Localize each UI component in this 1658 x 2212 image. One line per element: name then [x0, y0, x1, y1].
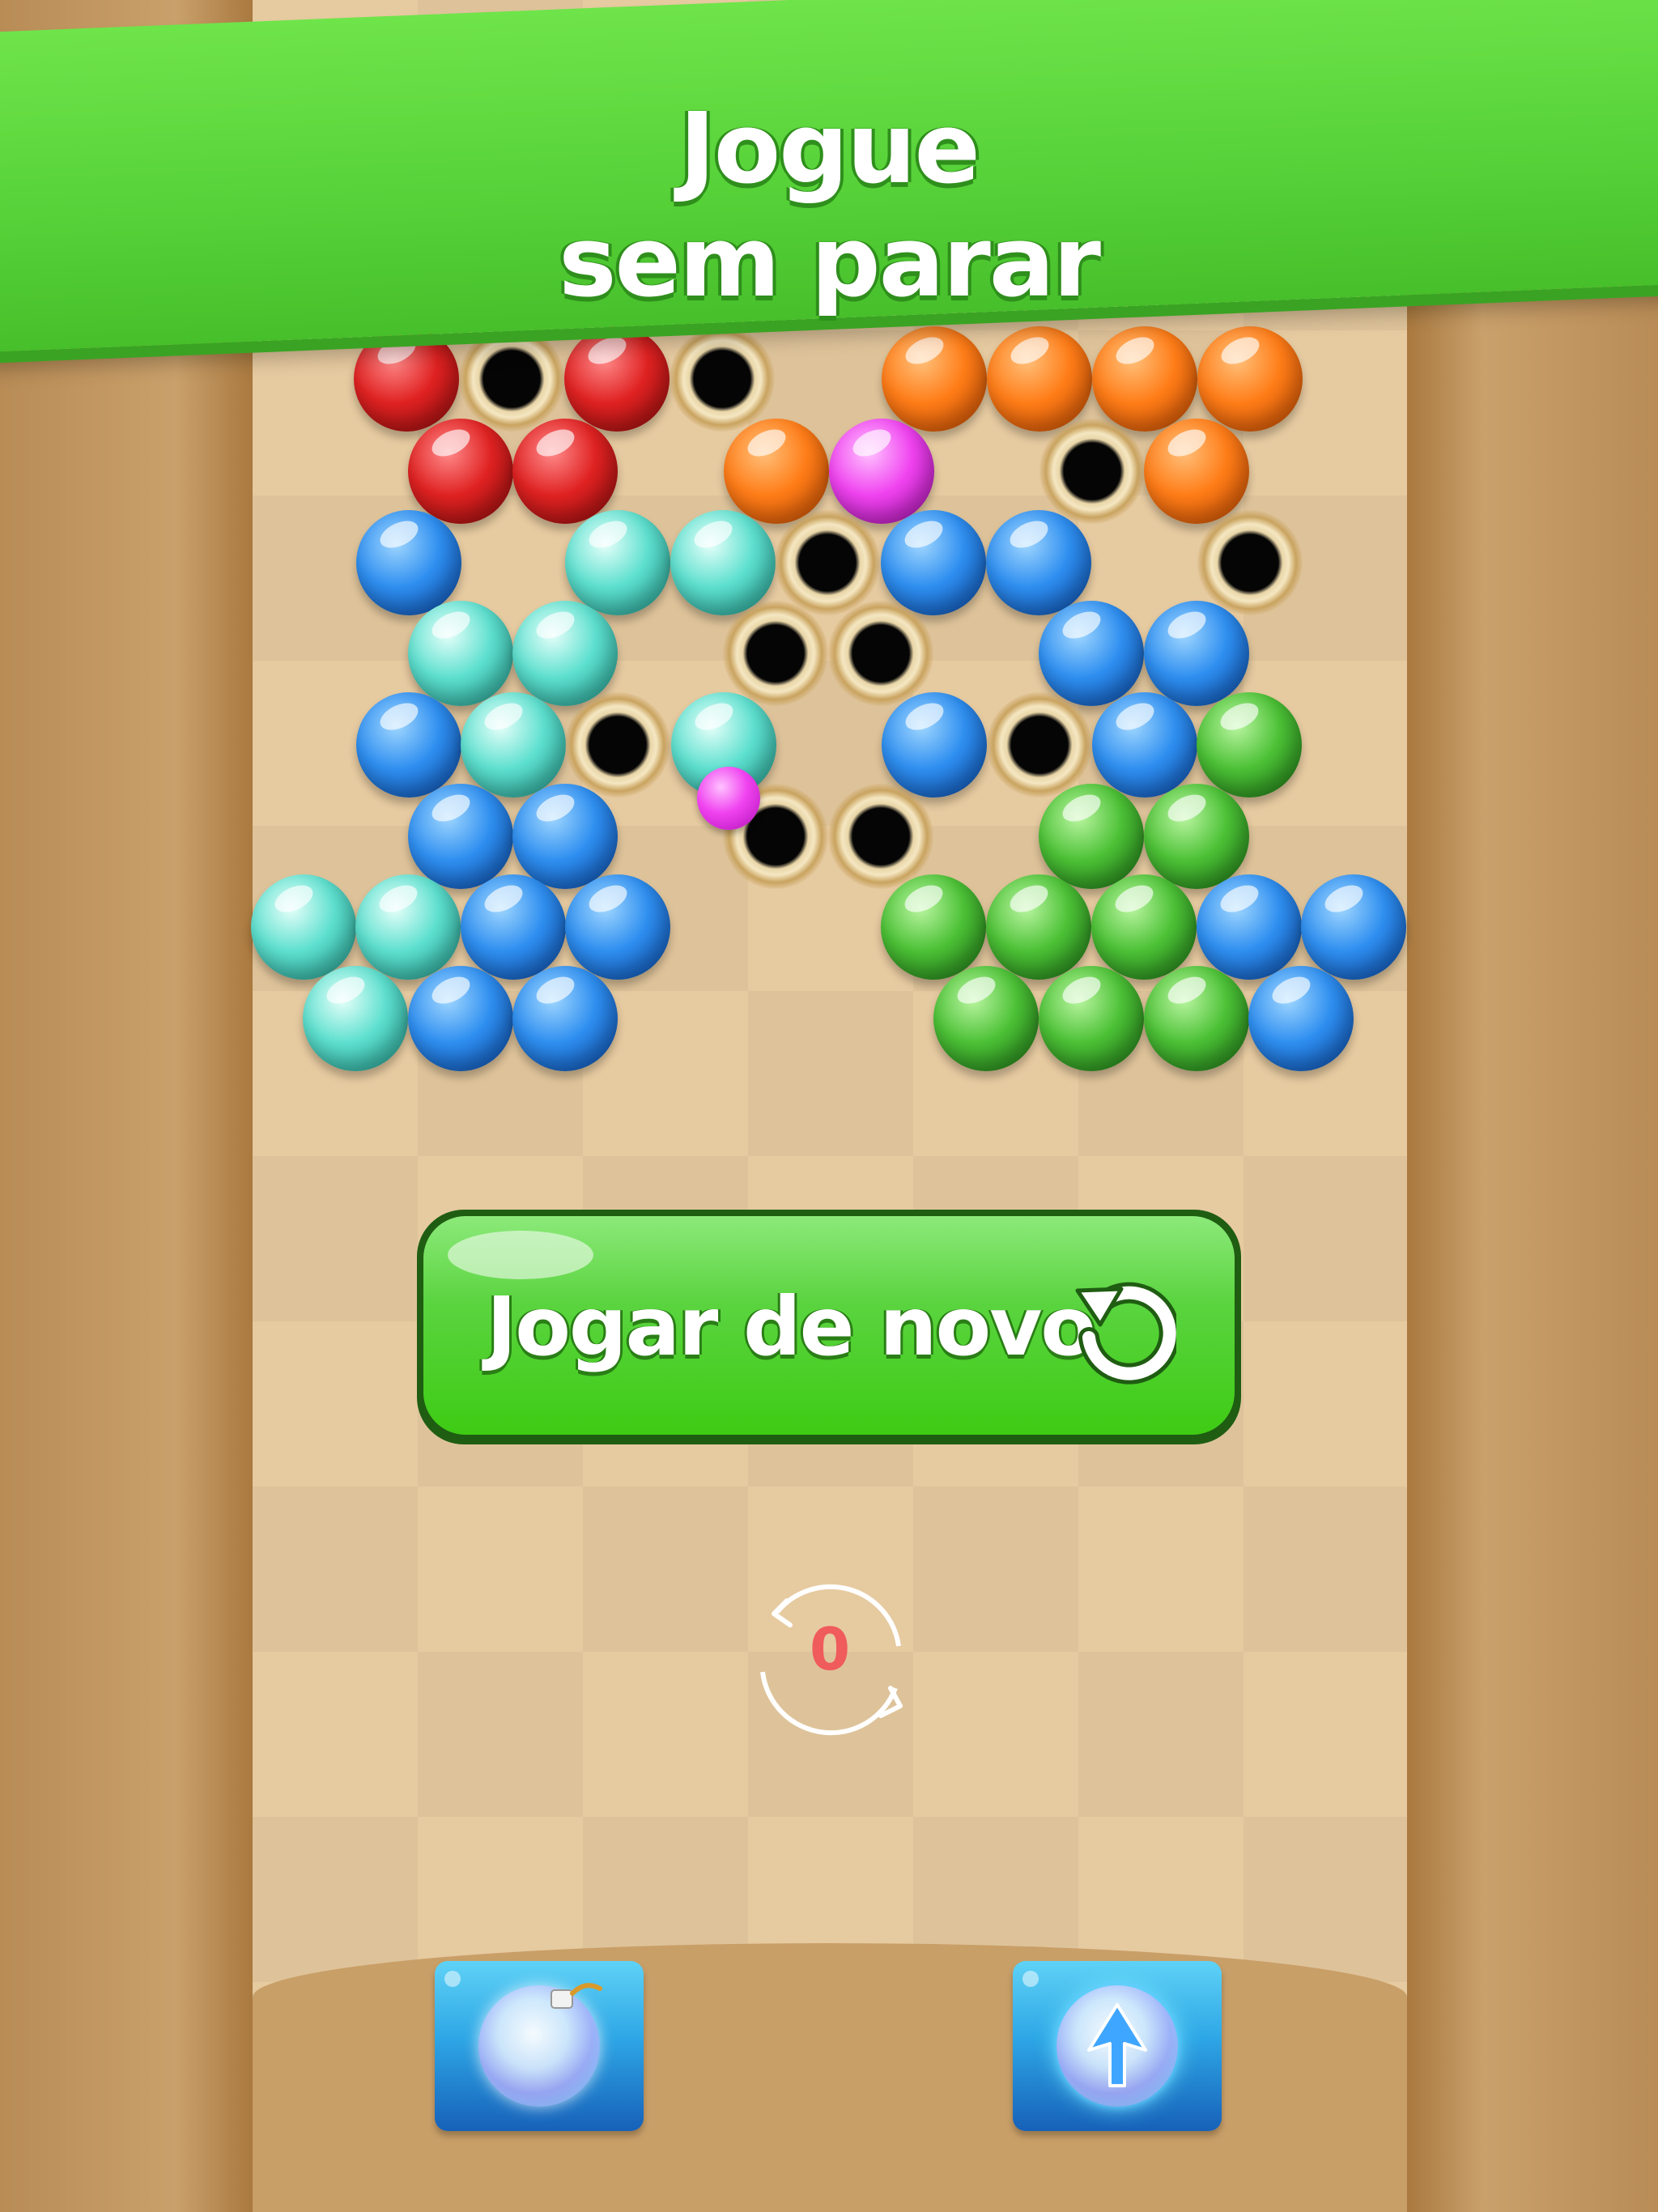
bubble [408, 966, 513, 1071]
banner-line-1: Jogue [679, 93, 980, 206]
board-bottom-curve [253, 1943, 1407, 2212]
black-hole [828, 601, 933, 706]
bomb-booster-button[interactable] [435, 1961, 644, 2131]
bubble [512, 419, 618, 524]
black-hole [565, 692, 670, 798]
black-hole [1197, 510, 1303, 615]
black-hole [828, 784, 933, 889]
button-shine [1022, 1971, 1039, 1987]
banner-line-2: sem parar [559, 206, 1101, 319]
game-screen: Jogue sem parar Jogar de novo 0 [0, 0, 1658, 2212]
banner-title: Jogue sem parar [0, 93, 1658, 320]
bubble [881, 510, 986, 615]
bubble [933, 966, 1039, 1071]
play-again-button-face: Jogar de novo [423, 1216, 1235, 1435]
bubble [565, 510, 670, 615]
black-hole [775, 510, 880, 615]
bubble [882, 692, 987, 798]
swap-counter-value: 0 [809, 1615, 851, 1683]
black-hole [987, 692, 1092, 798]
bubble [1301, 874, 1406, 980]
bubble [251, 874, 356, 980]
bubble [303, 966, 408, 1071]
bubble [512, 601, 618, 706]
arrow-up-icon [1087, 2003, 1147, 2087]
right-wood-wall [1407, 0, 1658, 2212]
black-hole [670, 326, 775, 432]
bubble [408, 419, 513, 524]
bubble [512, 784, 618, 889]
bubble [1039, 966, 1144, 1071]
bubble [1091, 874, 1197, 980]
bubble [1039, 601, 1144, 706]
bubble [1092, 692, 1197, 798]
bubble [408, 601, 513, 706]
fuse-icon [551, 1983, 602, 2009]
button-shine [444, 1971, 461, 1987]
bubble [356, 510, 461, 615]
bubble [1144, 419, 1249, 524]
black-hole [723, 601, 828, 706]
bubble [355, 874, 461, 980]
bubble [512, 966, 618, 1071]
bubble [881, 874, 986, 980]
bubble [1197, 326, 1303, 432]
shooter-bubble[interactable] [697, 767, 760, 830]
play-again-button[interactable]: Jogar de novo [417, 1210, 1241, 1444]
restart-icon [1075, 1282, 1176, 1385]
bubble [1144, 784, 1249, 889]
bubble [354, 326, 459, 432]
black-hole [1039, 419, 1145, 524]
bubble [986, 874, 1091, 980]
bubble [986, 510, 1091, 615]
bubble [408, 784, 513, 889]
black-hole [459, 326, 564, 432]
play-again-label: Jogar de novo [487, 1279, 1096, 1374]
bubble [1144, 601, 1249, 706]
bubble [565, 874, 670, 980]
bubble [724, 419, 829, 524]
bubble [1092, 326, 1197, 432]
bubble [1248, 966, 1354, 1071]
button-shine [448, 1231, 593, 1279]
bubble [882, 326, 987, 432]
bubble [461, 692, 566, 798]
bubble [461, 874, 566, 980]
bubble [1197, 692, 1302, 798]
bubble [1144, 966, 1249, 1071]
bubble [987, 326, 1092, 432]
bubble [670, 510, 776, 615]
bubble [1039, 784, 1144, 889]
bubble [356, 692, 461, 798]
bubble [564, 326, 670, 432]
lightning-booster-button[interactable] [1013, 1961, 1222, 2131]
bubble [829, 419, 934, 524]
bubble [1197, 874, 1302, 980]
